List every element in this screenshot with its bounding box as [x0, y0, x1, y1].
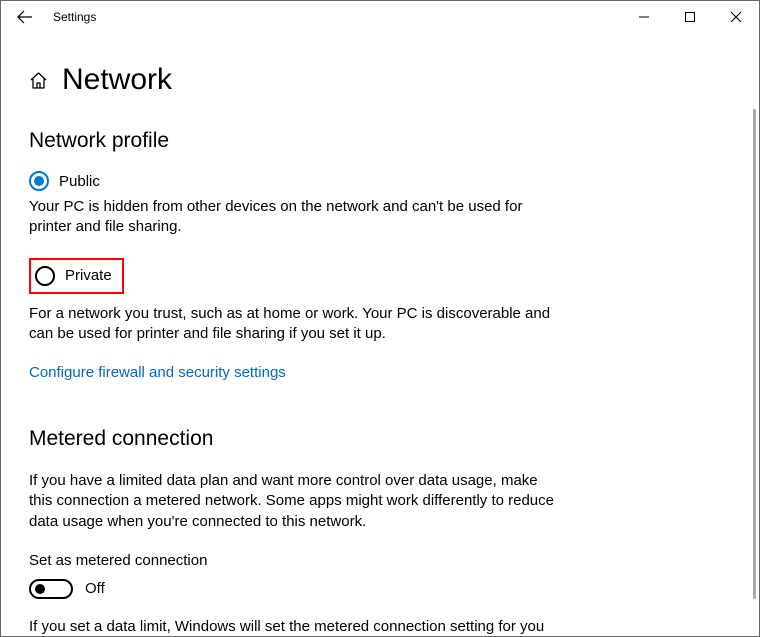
scrollbar-thumb[interactable]	[753, 109, 756, 599]
back-button[interactable]	[11, 3, 39, 31]
window-title: Settings	[53, 10, 96, 24]
metered-connection-heading: Metered connection	[29, 427, 731, 451]
metered-toggle-value: Off	[85, 580, 105, 597]
content-area: Network Network profile Public Your PC i…	[1, 33, 759, 636]
public-radio-option[interactable]: Public	[29, 171, 731, 191]
home-icon[interactable]	[29, 71, 48, 90]
private-radio-label: Private	[65, 267, 112, 284]
metered-toggle-row: Off	[29, 579, 731, 599]
radio-selected-icon	[29, 171, 49, 191]
private-description: For a network you trust, such as at home…	[29, 304, 559, 345]
private-radio-option[interactable]: Private	[35, 266, 112, 286]
configure-firewall-link[interactable]: Configure firewall and security settings	[29, 364, 731, 381]
minimize-icon	[639, 12, 649, 22]
metered-toggle-label: Set as metered connection	[29, 552, 731, 569]
public-description: Your PC is hidden from other devices on …	[29, 197, 559, 238]
public-radio-label: Public	[59, 173, 100, 190]
metered-description: If you have a limited data plan and want…	[29, 471, 559, 532]
minimize-button[interactable]	[621, 1, 667, 33]
scrollbar[interactable]	[753, 109, 756, 599]
close-icon	[731, 12, 741, 22]
metered-toggle[interactable]	[29, 579, 73, 599]
radio-unselected-icon	[35, 266, 55, 286]
page-header: Network	[29, 63, 731, 97]
maximize-icon	[685, 12, 695, 22]
arrow-left-icon	[17, 9, 33, 25]
close-button[interactable]	[713, 1, 759, 33]
private-radio-highlight: Private	[29, 258, 124, 294]
maximize-button[interactable]	[667, 1, 713, 33]
data-limit-note: If you set a data limit, Windows will se…	[29, 617, 559, 636]
page-title: Network	[62, 63, 172, 97]
titlebar: Settings	[1, 1, 759, 33]
network-profile-heading: Network profile	[29, 129, 731, 153]
toggle-knob-icon	[35, 584, 45, 594]
